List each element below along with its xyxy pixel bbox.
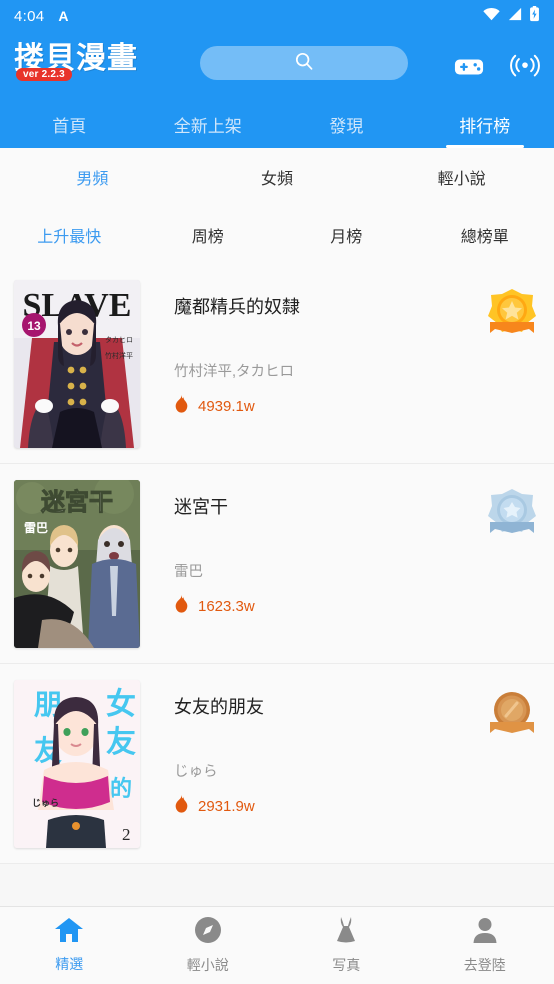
bronze-medal-icon <box>484 686 540 736</box>
battery-charging-icon <box>529 5 540 27</box>
view-count-text: 4939.1w <box>198 398 255 415</box>
person-icon <box>471 916 499 949</box>
list-item-meta: 魔都精兵的奴隸 竹村洋平,タカヒロ 4939.1w <box>140 280 540 418</box>
list-item-meta: 迷宮干 雷巴 1623.3w <box>140 480 540 618</box>
status-bar: 4:04 A <box>0 0 554 32</box>
filter-male-channel[interactable]: 男頻 <box>0 165 185 189</box>
gold-medal-icon <box>484 286 540 336</box>
accessibility-a-icon: A <box>58 8 69 24</box>
filter-light-novel[interactable]: 輕小說 <box>369 165 554 189</box>
bottom-nav-login[interactable]: 去登陸 <box>416 916 554 975</box>
svg-text:13: 13 <box>27 319 41 333</box>
cover-thumbnail[interactable]: 迷宮干 雷巴 <box>14 480 140 648</box>
category-filter-row: 男頻 女頻 輕小說 <box>0 148 554 206</box>
filter-weekly[interactable]: 周榜 <box>139 223 278 247</box>
view-count: 4939.1w <box>174 395 540 418</box>
bottom-nav-photos[interactable]: 写真 <box>277 916 416 975</box>
svg-text:女: 女 <box>106 687 136 722</box>
bottom-nav-label: 精選 <box>55 956 84 972</box>
broadcast-icon[interactable] <box>510 52 540 87</box>
comic-author: じゅら <box>174 764 218 780</box>
svg-text:タカヒロ: タカヒロ <box>105 335 133 344</box>
status-bar-icons <box>482 5 540 27</box>
svg-text:友: 友 <box>106 725 136 760</box>
svg-text:じゅら: じゅら <box>32 798 59 809</box>
bottom-nav-light-novel[interactable]: 輕小說 <box>139 916 278 975</box>
status-bar-time: 4:04 <box>14 7 45 25</box>
bottom-nav-label: 輕小說 <box>186 957 229 973</box>
filter-monthly[interactable]: 月榜 <box>277 223 416 247</box>
comic-author: 雷巴 <box>174 564 203 580</box>
view-count-text: 2931.9w <box>198 798 255 815</box>
bottom-nav-label: 写真 <box>332 957 361 973</box>
svg-text:竹村洋平: 竹村洋平 <box>105 351 133 360</box>
list-item[interactable]: SLAVE <box>0 264 554 464</box>
flame-icon <box>174 395 189 418</box>
bottom-navigation: 精選 輕小說 写真 去登陸 <box>0 906 554 984</box>
svg-text:的: 的 <box>110 776 132 802</box>
app-logo: 搂貝漫畫 ver 2.2.3 <box>14 38 186 81</box>
gamepad-icon[interactable] <box>454 56 484 83</box>
signal-icon <box>507 7 523 26</box>
svg-text:迷宮干: 迷宮干 <box>41 488 113 516</box>
cover-thumbnail[interactable]: SLAVE <box>14 280 140 448</box>
tab-discover[interactable]: 發現 <box>277 100 416 148</box>
comic-author: 竹村洋平,タカヒロ <box>174 364 295 380</box>
flame-icon <box>174 795 189 818</box>
tab-ranking[interactable]: 排行榜 <box>416 100 554 148</box>
home-icon <box>54 917 84 948</box>
view-count: 2931.9w <box>174 795 540 818</box>
view-count-text: 1623.3w <box>198 598 255 615</box>
filter-fastest-rising[interactable]: 上升最快 <box>0 223 139 247</box>
app-header: 搂貝漫畫 ver 2.2.3 <box>0 32 554 100</box>
svg-text:2: 2 <box>122 825 131 844</box>
filter-overall[interactable]: 總榜單 <box>416 223 554 247</box>
version-badge: ver 2.2.3 <box>16 68 72 81</box>
bottom-nav-label: 去登陸 <box>463 957 506 973</box>
silver-medal-icon <box>484 486 540 536</box>
bottom-nav-featured[interactable]: 精選 <box>0 917 139 974</box>
cover-thumbnail[interactable]: 朋 友 女 友 的 じゅら 2 <box>14 680 140 848</box>
top-tab-bar: 首頁 全新上架 發現 排行榜 <box>0 100 554 148</box>
ranking-list: SLAVE <box>0 264 554 864</box>
list-item[interactable]: 朋 友 女 友 的 じゅら 2 女友的朋友 じゅら 2931.9w <box>0 664 554 864</box>
filter-section: 男頻 女頻 輕小說 上升最快 周榜 月榜 總榜單 <box>0 148 554 264</box>
wifi-icon <box>482 7 501 26</box>
dress-icon <box>332 916 360 949</box>
search-input[interactable] <box>200 46 408 80</box>
view-count: 1623.3w <box>174 595 540 618</box>
search-icon <box>294 51 314 76</box>
svg-text:雷巴: 雷巴 <box>24 521 48 535</box>
list-item-meta: 女友的朋友 じゅら 2931.9w <box>140 680 540 818</box>
list-item[interactable]: 迷宮干 雷巴 迷宮干 雷巴 1623.3w <box>0 464 554 664</box>
tab-home[interactable]: 首頁 <box>0 100 139 148</box>
header-actions <box>454 38 540 87</box>
compass-icon <box>194 916 222 949</box>
flame-icon <box>174 595 189 618</box>
filter-female-channel[interactable]: 女頻 <box>185 165 370 189</box>
tab-new-releases[interactable]: 全新上架 <box>139 100 278 148</box>
ranking-filter-row: 上升最快 周榜 月榜 總榜單 <box>0 206 554 264</box>
